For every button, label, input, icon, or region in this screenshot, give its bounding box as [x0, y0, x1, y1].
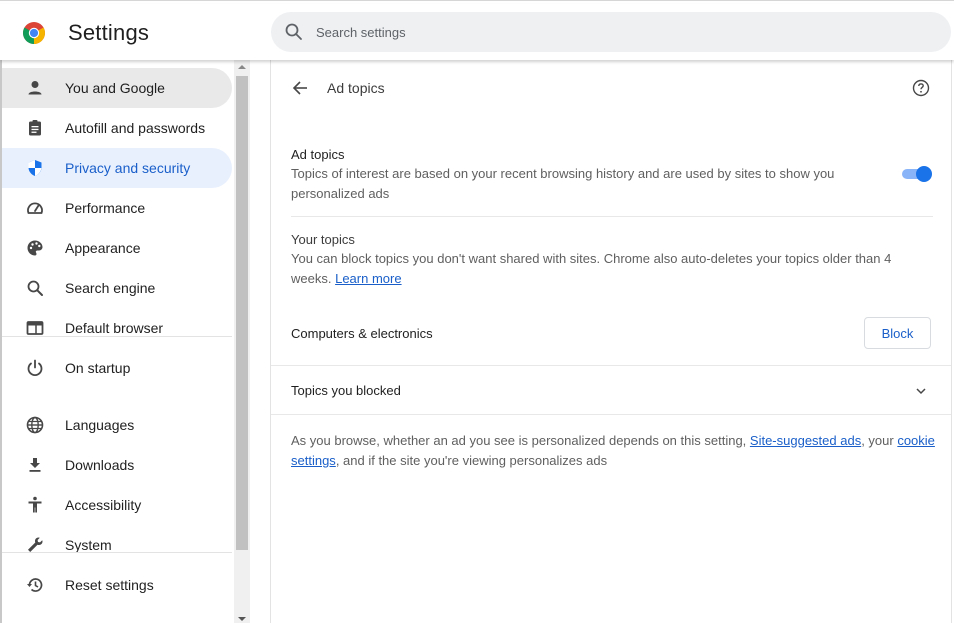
sidebar-item-system[interactable]: System — [2, 525, 232, 565]
sidebar-item-performance[interactable]: Performance — [2, 188, 232, 228]
browser-window-icon — [26, 321, 44, 335]
person-icon — [28, 81, 42, 95]
footer-note: As you browse, whether an ad you see is … — [291, 431, 936, 471]
sidebar-item-label: Downloads — [65, 457, 135, 473]
sidebar-item-downloads[interactable]: Downloads — [2, 445, 232, 485]
chevron-down-icon[interactable] — [914, 384, 928, 398]
sidebar-divider — [2, 552, 232, 553]
help-icon[interactable] — [912, 79, 930, 97]
scrollbar-thumb[interactable] — [236, 76, 248, 550]
sidebar-item-privacy-and-security[interactable]: Privacy and security — [2, 148, 232, 188]
sidebar-item-label: System — [65, 537, 112, 553]
power-icon — [27, 359, 43, 377]
sidebar-item-default-browser[interactable]: Default browser — [2, 308, 232, 348]
sidebar-item-reset-settings[interactable]: Reset settings — [2, 565, 232, 605]
back-arrow-icon[interactable] — [291, 79, 309, 97]
speedometer-icon — [27, 202, 43, 214]
footer-text: , your — [861, 433, 898, 448]
your-topics-title: Your topics — [291, 232, 355, 247]
shield-icon — [28, 160, 42, 176]
sidebar-item-languages[interactable]: Languages — [2, 405, 232, 445]
site-suggested-ads-link[interactable]: Site-suggested ads — [750, 433, 861, 448]
chrome-logo-icon — [23, 22, 45, 44]
accessibility-icon — [28, 496, 42, 513]
section-divider — [291, 216, 933, 217]
sidebar: You and Google Autofill and passwords Pr… — [2, 60, 234, 623]
sidebar-item-label: Languages — [65, 417, 135, 433]
topics-you-blocked-row[interactable]: Topics you blocked — [271, 366, 951, 414]
globe-icon — [26, 416, 44, 434]
settings-header: Settings — [0, 4, 954, 60]
sidebar-item-label: Search engine — [65, 280, 156, 296]
sidebar-scrollbar[interactable] — [234, 60, 250, 623]
footer-text: , and if the site you're viewing persona… — [335, 453, 608, 468]
download-icon — [29, 458, 41, 472]
topics-you-blocked-label: Topics you blocked — [291, 383, 401, 398]
sidebar-item-label: Performance — [65, 200, 146, 216]
sidebar-item-autofill[interactable]: Autofill and passwords — [2, 108, 232, 148]
sidebar-item-label: Default browser — [65, 320, 164, 336]
sidebar-item-label: You and Google — [65, 80, 165, 96]
scroll-down-arrow-icon[interactable] — [238, 617, 246, 621]
search-icon — [27, 280, 43, 296]
sidebar-item-label: Autofill and passwords — [65, 120, 206, 136]
your-topics-description: You can block topics you don't want shar… — [291, 249, 906, 289]
ad-topics-toggle[interactable] — [900, 165, 934, 183]
palette-icon — [27, 240, 43, 256]
search-input[interactable] — [316, 12, 916, 52]
sidebar-item-you-and-google[interactable]: You and Google — [2, 68, 232, 108]
sidebar-item-label: On startup — [65, 360, 131, 376]
app-title: Settings — [68, 20, 150, 45]
search-icon — [285, 23, 302, 40]
sidebar-divider — [2, 336, 232, 337]
sidebar-item-label: Reset settings — [65, 577, 154, 593]
sidebar-item-label: Privacy and security — [65, 160, 191, 176]
clipboard-icon — [29, 120, 41, 136]
block-topic-button[interactable]: Block — [864, 317, 931, 349]
ad-topics-title: Ad topics — [291, 147, 345, 162]
ad-topics-description: Topics of interest are based on your rec… — [291, 166, 835, 201]
scroll-up-arrow-icon[interactable] — [238, 65, 246, 69]
learn-more-link[interactable]: Learn more — [335, 271, 401, 286]
history-icon — [27, 578, 43, 592]
sidebar-item-label: Appearance — [65, 240, 141, 256]
sidebar-item-accessibility[interactable]: Accessibility — [2, 485, 232, 525]
search-box[interactable] — [271, 12, 951, 52]
sidebar-item-label: Accessibility — [65, 497, 142, 513]
ad-topics-card: Ad topics Ad topics Topics of interest a… — [270, 60, 952, 623]
section-divider — [271, 414, 951, 415]
page-title: Ad topics — [327, 80, 385, 96]
sidebar-item-on-startup[interactable]: On startup — [2, 348, 232, 388]
toggle-knob — [916, 166, 932, 182]
footer-text: As you browse, whether an ad you see is … — [291, 433, 750, 448]
topic-name: Computers & electronics — [291, 326, 433, 341]
sidebar-item-appearance[interactable]: Appearance — [2, 228, 232, 268]
sidebar-item-search-engine[interactable]: Search engine — [2, 268, 232, 308]
